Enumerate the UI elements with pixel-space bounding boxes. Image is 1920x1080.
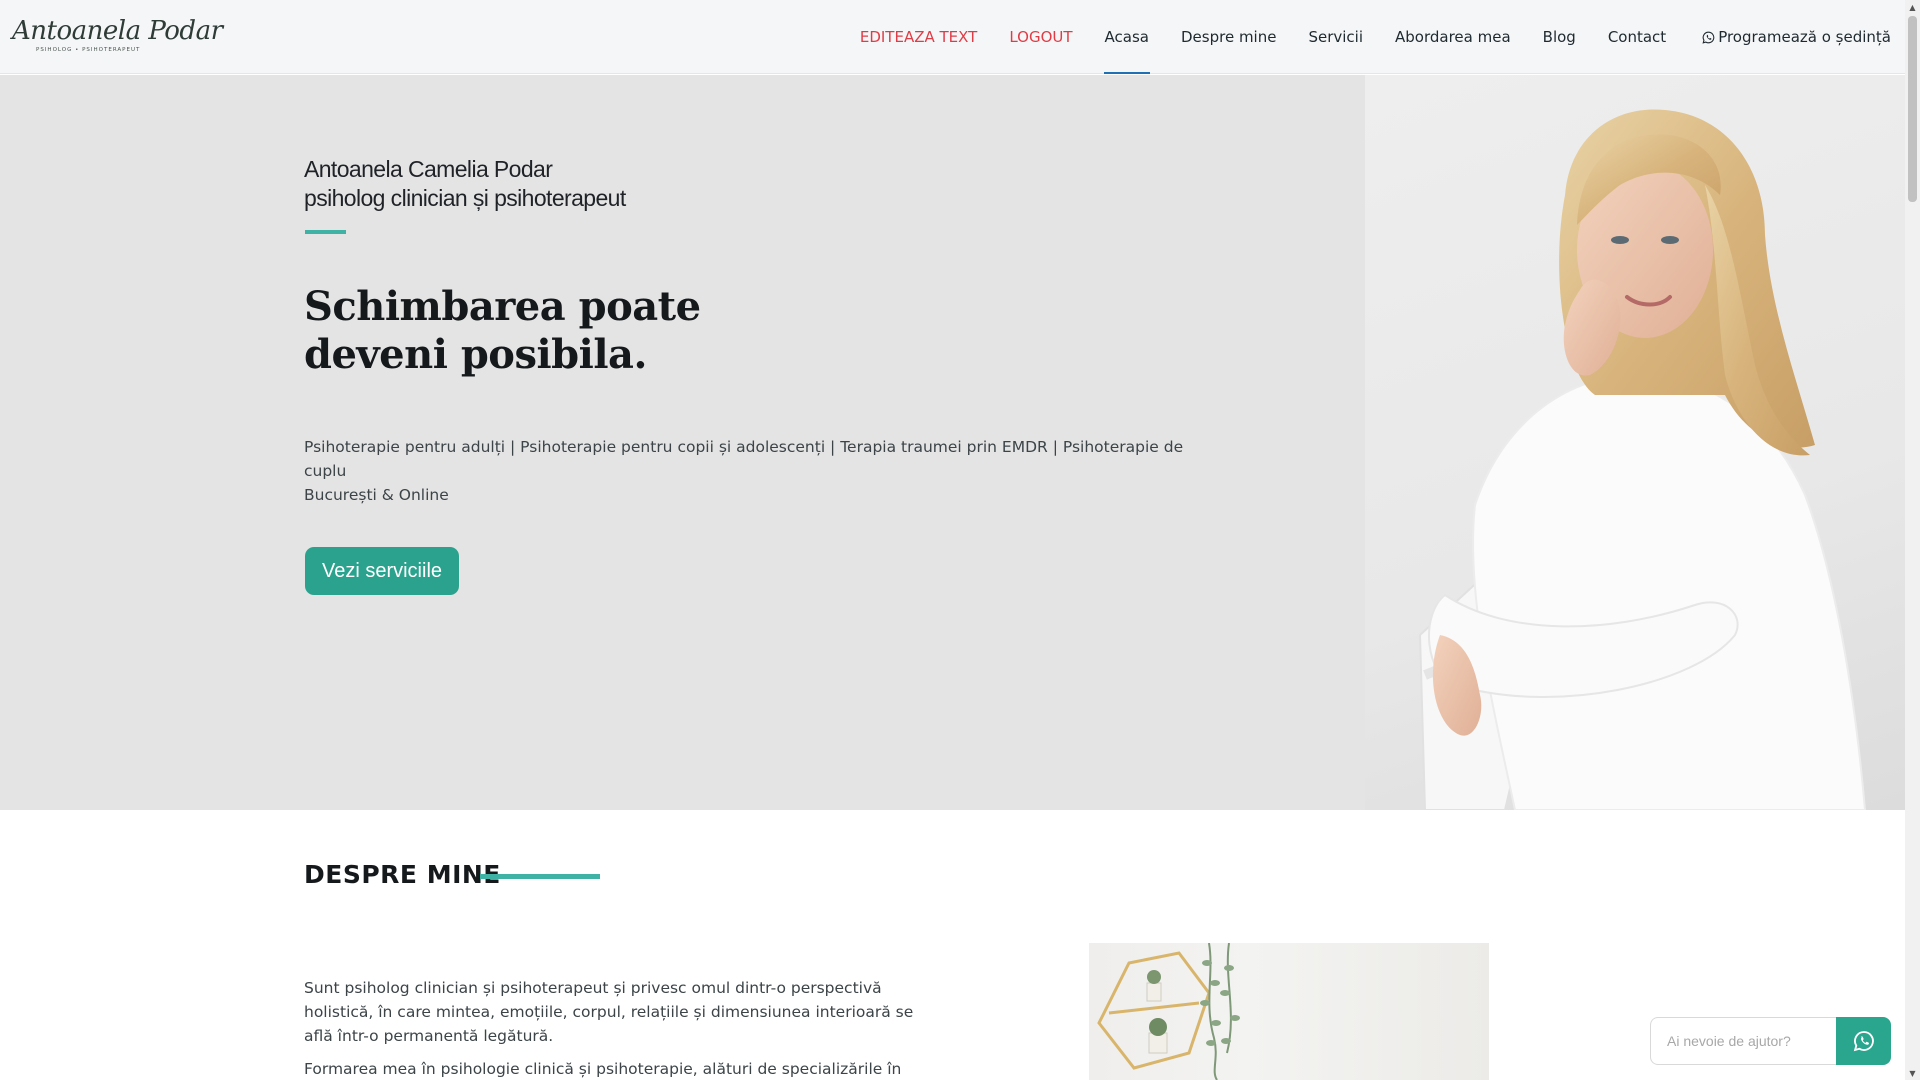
nav-logout[interactable]: LOGOUT (1009, 0, 1072, 74)
whatsapp-icon (1702, 31, 1715, 44)
about-paragraph-1: Sunt psiholog clinician și psihoterapeut… (304, 979, 914, 1045)
scroll-down-arrow-icon[interactable]: ▼ (1905, 1066, 1920, 1080)
portrait-illustration (1418, 109, 1867, 810)
about-title-accent-line (480, 874, 600, 879)
scroll-up-arrow-icon[interactable]: ▲ (1905, 0, 1920, 14)
nav-edit-text[interactable]: EDITEAZA TEXT (860, 0, 977, 74)
nav-about[interactable]: Despre mine (1181, 0, 1276, 74)
site-logo[interactable]: Antoanela Podar PSIHOLOG • PSIHOTERAPEUT (12, 16, 223, 60)
help-chat-input[interactable] (1650, 1017, 1838, 1065)
hero-subtitle-services: Psihoterapie pentru adulți | Psihoterapi… (304, 438, 1184, 480)
hero-subtitle-location: București & Online (304, 486, 449, 504)
nav-home[interactable]: Acasa (1103, 0, 1151, 74)
nav-book-session-label: Programează o ședință (1718, 28, 1891, 46)
nav-blog[interactable]: Blog (1543, 0, 1576, 74)
hero-title: Schimbarea poate deveni posibila. (304, 283, 701, 379)
nav-approach[interactable]: Abordarea mea (1395, 0, 1511, 74)
hero-section: Antoanela Camelia Podar psiholog clinici… (0, 75, 1905, 810)
hero-accent-line (305, 230, 346, 234)
main-nav: EDITEAZA TEXT LOGOUT Acasa Despre mine S… (828, 0, 1891, 74)
about-text: Sunt psiholog clinician și psihoterapeut… (304, 976, 939, 1080)
logo-tagline: PSIHOLOG • PSIHOTERAPEUT (36, 47, 141, 53)
about-interior-photo (1089, 943, 1489, 1080)
nav-contact[interactable]: Contact (1608, 0, 1666, 74)
site-header: Antoanela Podar PSIHOLOG • PSIHOTERAPEUT… (0, 0, 1905, 74)
therapist-portrait-photo (1365, 75, 1905, 810)
whatsapp-chat-button[interactable] (1836, 1017, 1891, 1065)
page-scrollbar[interactable]: ▲ ▼ (1905, 0, 1920, 1080)
logo-script: Antoanela Podar (12, 16, 223, 46)
about-section-title: DESPRE MINE (304, 860, 501, 889)
nav-services[interactable]: Servicii (1308, 0, 1363, 74)
hero-title-line1: Schimbarea poate (304, 283, 701, 330)
hero-content: Antoanela Camelia Podar psiholog clinici… (0, 75, 1365, 810)
hero-subtitle: Psihoterapie pentru adulți | Psihoterapi… (304, 435, 1204, 507)
nav-book-session[interactable]: Programează o ședință (1702, 0, 1891, 74)
hero-title-line2: deveni posibila. (304, 331, 647, 378)
hero-name-line2: psiholog clinician și psihoterapeut (304, 185, 626, 211)
about-paragraph-2: Formarea mea în psihologie clinică și ps… (304, 1060, 902, 1078)
scrollbar-thumb[interactable] (1908, 16, 1917, 202)
whatsapp-icon (1853, 1031, 1874, 1052)
hero-name: Antoanela Camelia Podar psiholog clinici… (304, 155, 626, 213)
shelf-plant-illustration (1097, 943, 1240, 1080)
hero-name-line1: Antoanela Camelia Podar (304, 156, 553, 182)
view-services-button[interactable]: Vezi serviciile (305, 547, 459, 595)
